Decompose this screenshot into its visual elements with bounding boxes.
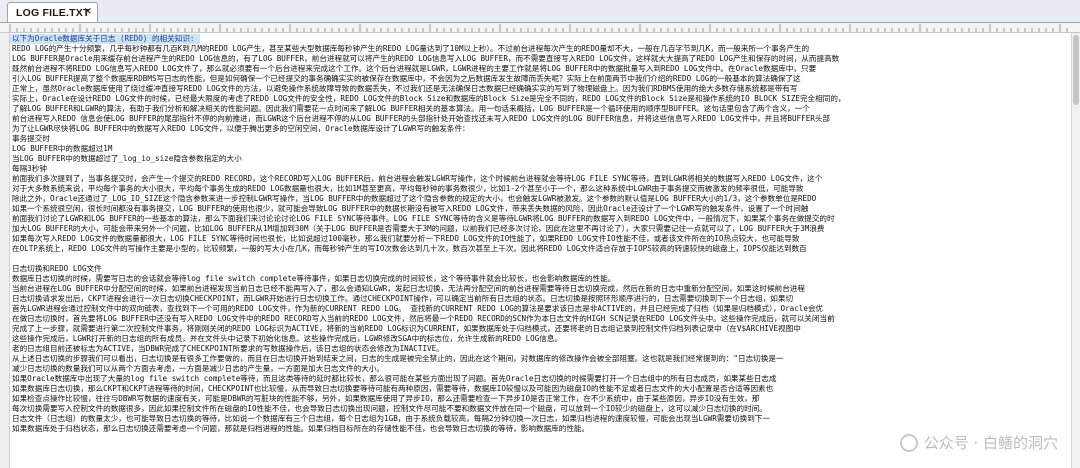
watermark: 公众号 · 白鳝的洞穴 (899, 432, 1058, 453)
text-line: 正常上，虽然Oracle数据库使用了绕过缓冲直接写REDO LOG文件的方法，以… (12, 84, 798, 93)
watermark-text: 公众号 · 白鳝的洞穴 (923, 434, 1058, 452)
selected-text-line: 以下为Oracle数据库关于日志 (REDO) 的相关知识: (10, 34, 201, 44)
text-line: 如果数据库日志切换，那么CKPT和CKPT进程等待的时间，CHECKPOINT也… (12, 384, 774, 393)
text-line: 从上述日志切换的步骤我们可以看出，日志切换是有很多工作要做的，而且在日志切换开始… (12, 354, 784, 363)
tab-title: LOG FILE.TXT (16, 6, 90, 19)
text-line: 数据库日志切换的时候，需要写日志的会话就会等待log file switch c… (12, 274, 616, 283)
text-line: 这些操作完成后，LGWR打开新的日志组的所有成员，并在文件头中记录下初始化信息。… (12, 334, 563, 343)
text-line: 在做日志切换时，首先要将LOG BUFFER中还没有写入REDO LOG文件中的… (12, 314, 835, 323)
line-gutter (0, 33, 10, 468)
text-line: 如果数据库处于归档状态，那么日志切换还需要考虑一个问题，那就是归档进程的性能。如… (12, 424, 590, 433)
text-line: 如果Oracle数据库中出现了大量的log file switch comple… (12, 374, 777, 383)
text-line: 日志切换和REDO LOG文件 (12, 264, 102, 273)
text-line: 前面我们讨论了LGWR和LOG BUFFER的一些基本的算法，那么下面我们来讨论… (12, 214, 835, 223)
ruler-ticks (9, 24, 1068, 32)
text-line: 如果一个系统很空闲，很长时间都没有事务提交，LOG BUFFER的使用也很少，就… (12, 204, 809, 213)
text-line: 既然前台进程不将REDO LOG信息写入REDO LOG文件了，那么就必须要有一… (12, 64, 817, 73)
text-line: 除此之外，Oracle还通过了_LOG_IO_SIZE这个隐含参数来进一步控制L… (12, 194, 817, 203)
watermark-logo-icon (899, 433, 918, 452)
text-line: LOG BUFFER中的数据超过1M (12, 144, 113, 153)
text-line: 日志文件（日志组）的数量太少，也可能导致日志切换的等待，比如说一个数据库有三个日… (12, 414, 770, 423)
text-line: 如果检查点操作比较慢，往往与DBWR写数据的速度有关，可能是DBWR的写脏块的性… (12, 394, 760, 403)
text-line: 老的日志组目前还被标志为ACTIVE，当DBWR完成了CHECKPOINT所要求… (12, 344, 444, 353)
text-line: 前面我们多次提到了，当事务提交时，会产生一个提交的REDO RECORD，这个R… (12, 174, 823, 183)
text-line: 了解LOG BUFFER和LGWR的算法，有助于我们分析和解决相关的性能问题。因… (12, 104, 810, 113)
tab-log-file[interactable]: LOG FILE.TXT × (7, 2, 98, 22)
text-line: REDO LOG的产生十分频繁，几乎每秒钟都有几百K到几M的REDO LOG产生… (12, 44, 810, 53)
text-line: LOG BUFFER是Oracle用来缓存前台进程产生的REDO LOG信息的，… (12, 54, 840, 63)
text-line: 为了让LGWR尽快将LOG BUFFER中的数据写入REDO LOG文件，以便于… (12, 124, 470, 133)
text-line: 每次切换需要写入控制文件的数据很多，因此如果控制文件所在磁盘的IO性能不佳，也会… (12, 404, 767, 413)
text-line: 完成了上一步骤，就需要进行第二次控制文件事务，将刚刚关闭的REDO LOG标识为… (12, 324, 801, 333)
text-line: 当前台进程在LOG BUFFER中分配空间的时候，如果前台进程发现当前日志已经不… (12, 284, 805, 293)
text-line: 在OLTP系统上，REDO LOG文件的写操作主要是小型的，比较频繁，一般的写大… (12, 244, 807, 253)
vertical-scrollbar[interactable] (1071, 33, 1080, 468)
text-line: 加大LOG BUFFER的大小，可能会带来另外一个问题，比如LOG BUFFER… (12, 224, 825, 233)
tab-bar: LOG FILE.TXT × (0, 0, 1080, 23)
text-line: 如果每次写入REDO LOG文件的数据量都很大，LOG FILE SYNC等待时… (12, 234, 800, 243)
text-editor[interactable]: 以下为Oracle数据库关于日志 (REDO) 的相关知识: REDO LOG的产… (10, 33, 1080, 468)
text-line: 对于大多数系统来说，平均每个事务的大小很大，平均每个事务生成的REDO LOG数… (12, 184, 804, 193)
close-icon[interactable]: × (84, 6, 92, 18)
ruler (0, 23, 1080, 33)
text-line: 事务提交时 (12, 134, 50, 143)
scrollbar-thumb[interactable] (1073, 35, 1079, 105)
text-line: 前台进程写入REDO 信息会使LOG BUFFER的尾部指针不停的向前推进，而L… (12, 114, 831, 123)
text-line: 减少日志切换的数量我们可以从两个方面去考虑，一方面是减少日志的产生量，一方面是加… (12, 364, 385, 373)
text-line: 日志切换请求发出后，CKPT进程会进行一次日志切换CHECKPOINT，而LGW… (12, 294, 794, 303)
text-line: 当LOG BUFFER中的数据超过了_log_io_size隐含参数指定的大小 (12, 154, 242, 163)
text-line: 实际上，Oracle在设计REDO LOG文件的时候，已经最大限度的考虑了RED… (12, 94, 846, 103)
text-line: 每隔3秒钟 (12, 164, 47, 173)
text-line: 首先LGWR进程会通过控制文件中的双向链表，查找到下一个可用的REDO LOG文… (12, 304, 824, 313)
text-line: 引入LOG BUFFER提高了整个数据库RDBMS写日志的性能，但是如何确保一个… (12, 74, 801, 83)
